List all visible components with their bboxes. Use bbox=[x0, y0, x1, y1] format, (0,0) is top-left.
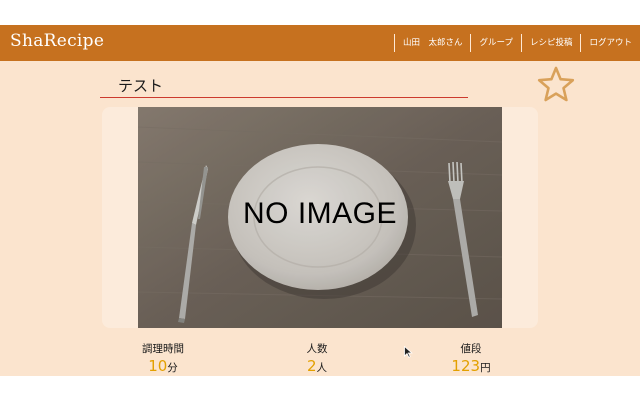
stat-value-row: 123円 bbox=[416, 356, 526, 376]
stat-unit: 人 bbox=[316, 362, 328, 374]
title-underline bbox=[100, 97, 468, 98]
favorite-button[interactable] bbox=[536, 65, 576, 105]
mouse-cursor-icon bbox=[404, 346, 413, 358]
brand-logo[interactable]: ShaRecipe bbox=[10, 31, 104, 51]
stat-unit: 円 bbox=[480, 362, 491, 374]
star-outline-icon bbox=[537, 66, 575, 102]
stat-servings: 人数 2人 bbox=[262, 342, 372, 376]
stat-label: 調理時間 bbox=[142, 343, 184, 355]
stat-unit: 分 bbox=[167, 362, 178, 374]
recipe-image-placeholder: NO IMAGE bbox=[138, 107, 502, 328]
stat-cooking-time: 調理時間 10分 bbox=[108, 342, 218, 376]
stat-value: 123 bbox=[451, 357, 481, 375]
recipe-title: テスト bbox=[118, 77, 164, 95]
nav-link-groups[interactable]: グループ bbox=[470, 34, 521, 52]
nav-link-username[interactable]: 山田 太郎さん bbox=[393, 34, 471, 52]
nav-link-logout[interactable]: ログアウト bbox=[580, 34, 640, 52]
stat-value-row: 10分 bbox=[108, 356, 218, 376]
stat-price: 値段 123円 bbox=[416, 342, 526, 376]
stat-value: 10 bbox=[148, 357, 168, 375]
navbar: ShaRecipe 山田 太郎さん グループ レシピ投稿 ログアウト bbox=[0, 25, 640, 61]
no-image-label: NO IMAGE bbox=[242, 197, 397, 230]
stat-value: 2 bbox=[306, 357, 317, 375]
stat-value-row: 2人 bbox=[262, 356, 372, 376]
app-container: ShaRecipe 山田 太郎さん グループ レシピ投稿 ログアウト テスト N… bbox=[0, 25, 640, 376]
stat-label: 人数 bbox=[306, 343, 328, 355]
nav-link-post-recipe[interactable]: レシピ投稿 bbox=[520, 34, 581, 52]
nav-links: 山田 太郎さん グループ レシピ投稿 ログアウト bbox=[393, 34, 640, 52]
stat-label: 値段 bbox=[460, 343, 482, 355]
